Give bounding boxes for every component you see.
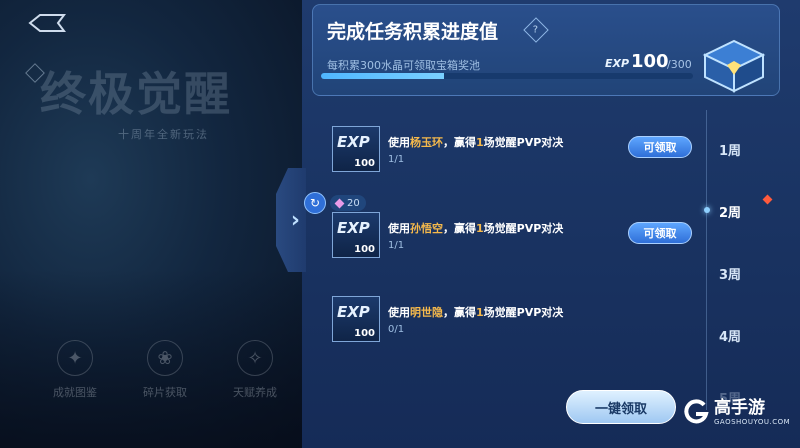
menu-talents[interactable]: ✧ 天赋养成 [224, 340, 286, 400]
task-description: 使用孙悟空，赢得1场觉醒PVP对决 [388, 222, 564, 235]
watermark: 高手游 GAOSHOUYOU.COM [682, 398, 790, 426]
week-tab-2[interactable]: 2周 [708, 202, 752, 221]
help-icon[interactable]: ? [523, 17, 549, 43]
hero-name: 孙悟空 [410, 222, 443, 235]
exp-current: 100 [631, 51, 669, 72]
week-tab-3[interactable]: 3周 [708, 264, 752, 283]
treasure-chest-icon[interactable] [697, 25, 771, 95]
task-description: 使用明世隐，赢得1场觉醒PVP对决 [388, 306, 564, 319]
task-progress: 1/1 [388, 154, 405, 165]
chevron-right-icon: › [290, 207, 300, 233]
left-menu: ✦ 成就图鉴 ❀ 碎片获取 ✧ 天赋养成 [44, 340, 286, 400]
week-tab-1[interactable]: 1周 [708, 140, 752, 159]
claim-button[interactable]: 可领取 [628, 222, 692, 244]
exp-max: /300 [667, 58, 692, 71]
progress-fill [321, 73, 444, 79]
exp-reward-icon: EXP 100 [332, 126, 380, 172]
week-tab-4[interactable]: 4周 [708, 326, 752, 345]
task-item: EXP 100 使用孙悟空，赢得1场觉醒PVP对决 1/1 可领取 [332, 202, 704, 266]
progress-bar [321, 73, 693, 79]
header-title: 完成任务积累进度值 [327, 21, 499, 43]
back-arrow-icon [28, 14, 66, 32]
claim-button[interactable]: 可领取 [628, 136, 692, 158]
week-divider [706, 110, 707, 410]
event-title-art: 终极觉醒 [40, 67, 232, 121]
gem-icon [334, 198, 345, 208]
refresh-icon: ↻ [304, 192, 326, 214]
event-subtitle-art: 十周年全新玩法 [118, 128, 209, 141]
task-progress: 0/1 [388, 324, 405, 335]
talent-crest-icon: ✧ [237, 340, 273, 376]
back-button[interactable] [24, 12, 68, 34]
task-description: 使用杨玉环，赢得1场觉醒PVP对决 [388, 136, 564, 149]
claim-all-button[interactable]: 一键领取 [566, 390, 676, 424]
menu-achievements[interactable]: ✦ 成就图鉴 [44, 340, 106, 400]
fragment-flower-icon: ❀ [147, 340, 183, 376]
header-description: 每积累300水晶可领取宝箱奖池 [327, 59, 480, 72]
task-item: EXP 100 使用杨玉环，赢得1场觉醒PVP对决 1/1 可领取 [332, 116, 704, 180]
achievement-emblem-icon: ✦ [57, 340, 93, 376]
gaoshouyou-logo-icon [684, 399, 709, 424]
hero-name: 杨玉环 [410, 136, 443, 149]
menu-label: 碎片获取 [143, 386, 187, 399]
task-item: EXP 100 使用明世隐，赢得1场觉醒PVP对决 0/1 [332, 286, 704, 350]
refresh-task-button[interactable]: ↻ 20 [304, 192, 366, 214]
watermark-sub: GAOSHOUYOU.COM [714, 418, 791, 426]
exp-label: EXP [605, 57, 630, 70]
menu-label: 天赋养成 [233, 386, 277, 399]
refresh-cost: 20 [330, 195, 366, 211]
progress-header: 完成任务积累进度值 ? 每积累300水晶可领取宝箱奖池 EXP 100 /300 [312, 4, 780, 96]
task-progress: 1/1 [388, 240, 405, 251]
exp-reward-icon: EXP 100 [332, 296, 380, 342]
menu-label: 成就图鉴 [53, 386, 97, 399]
watermark-main: 高手游 [714, 398, 765, 418]
menu-fragments[interactable]: ❀ 碎片获取 [134, 340, 196, 400]
hero-name: 明世隐 [410, 306, 443, 319]
exp-reward-icon: EXP 100 [332, 212, 380, 258]
